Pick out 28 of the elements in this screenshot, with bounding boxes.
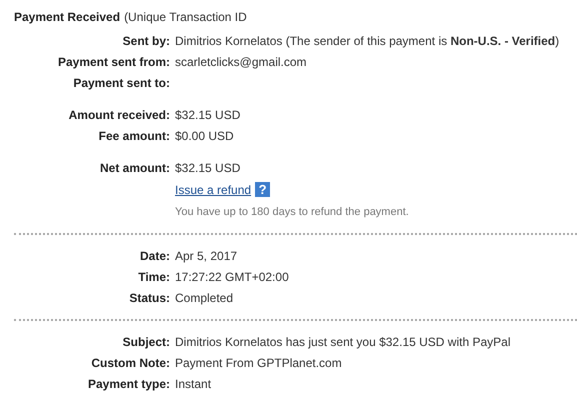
field-label: Date: (140, 248, 170, 262)
page-subtitle: (Unique Transaction ID (124, 10, 247, 24)
field-label: Amount received: (68, 108, 170, 122)
field-value: Instant (175, 376, 212, 390)
field-value: $0.00 USD (175, 128, 234, 142)
field-label: Time: (138, 270, 170, 284)
field-value: 17:27:22 GMT+02:00 (175, 270, 289, 284)
page-title: Payment Received (14, 10, 120, 24)
field-label: Net amount: (100, 160, 170, 174)
field-label: Status: (129, 290, 170, 304)
field-label: Payment sent from: (58, 54, 170, 68)
field-value: Dimitrios Kornelatos (The sender of this payment is Non-U.S. - Verified) (175, 34, 560, 48)
field-label: Subject: (122, 334, 170, 348)
field-value: $32.15 USD (175, 108, 240, 122)
field-value: $32.15 USD (175, 160, 240, 174)
field-label: Custom Note: (91, 356, 170, 370)
field-value: Completed (175, 290, 234, 304)
field-value: scarletclicks@gmail.com (175, 54, 307, 68)
field-value: Payment From GPTPlanet.com (175, 356, 342, 370)
field-label: Payment sent to: (73, 76, 170, 90)
field-value: Apr 5, 2017 (175, 248, 238, 262)
field-value: Dimitrios Kornelatos has just sent you $32.15 USD with PayPal (175, 334, 510, 348)
field-label: Payment type: (88, 376, 170, 390)
field-label: Sent by: (122, 34, 170, 48)
refund-note: You have up to 180 days to refund the payment. (175, 206, 409, 218)
refund-link[interactable]: Issue a refund (175, 182, 252, 196)
help-icon[interactable]: ? (255, 182, 270, 197)
field-label: Fee amount: (98, 128, 170, 142)
